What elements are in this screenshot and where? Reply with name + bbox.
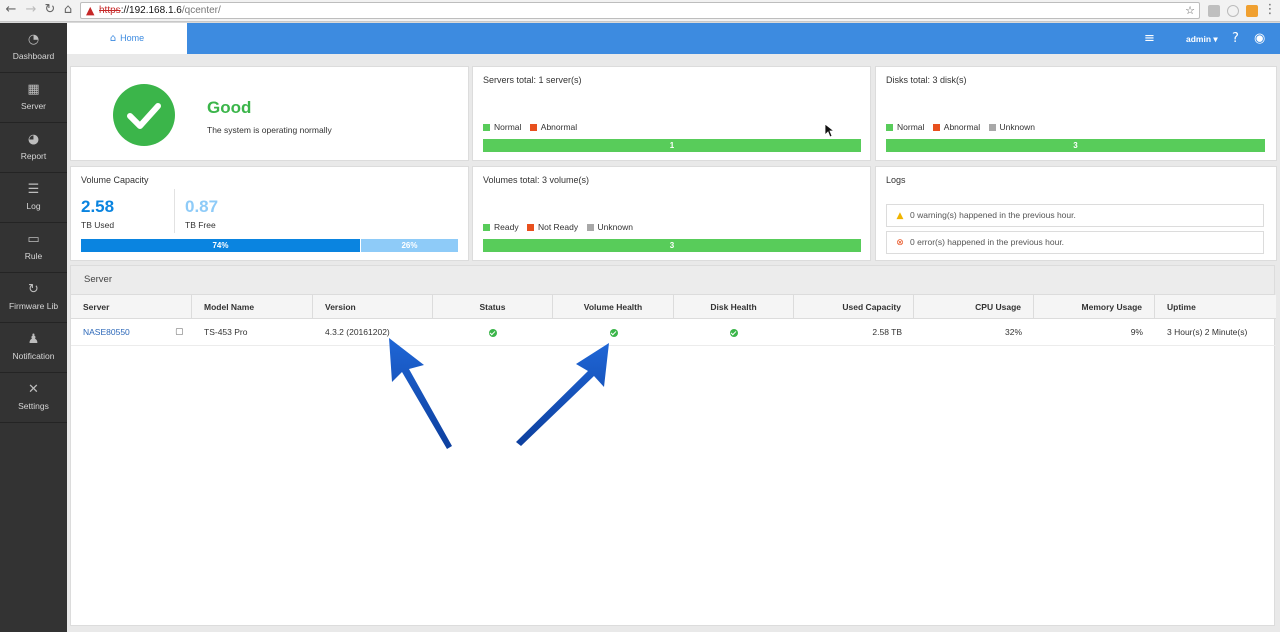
mouse-cursor-icon bbox=[825, 124, 835, 138]
annotation-arrows bbox=[389, 338, 609, 449]
annotation-arrow-volume-health bbox=[516, 343, 609, 446]
annotation-arrow-version bbox=[389, 338, 452, 449]
